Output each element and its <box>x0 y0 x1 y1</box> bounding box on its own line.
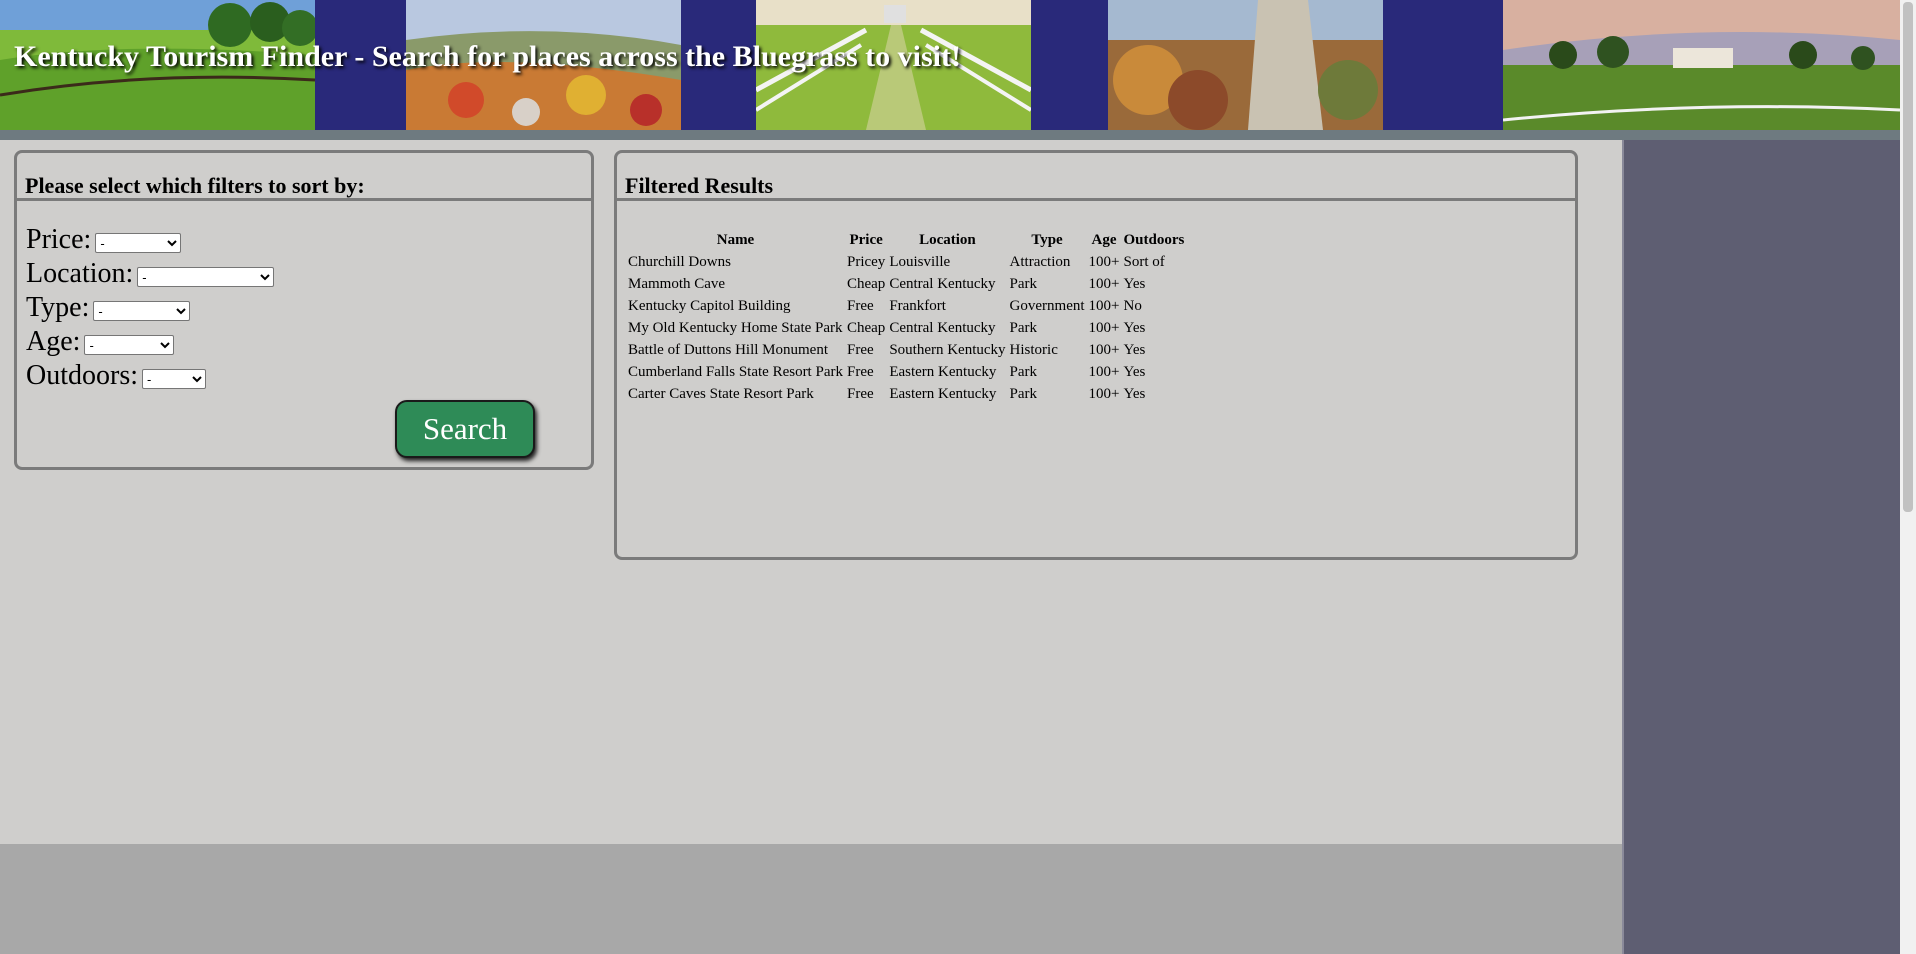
table-cell: Central Kentucky <box>889 319 996 336</box>
age-select[interactable]: - <box>84 335 175 355</box>
price-label: Price: <box>26 224 92 255</box>
table-cell: Eastern Kentucky <box>889 385 997 402</box>
table-cell: My Old Kentucky Home State Park <box>628 319 843 336</box>
table-cell: Park <box>1009 363 1038 380</box>
table-cell: Free <box>846 341 874 358</box>
table-cell: Mammoth Cave <box>628 275 726 292</box>
table-cell: Government <box>1009 297 1085 314</box>
table-row: Cumberland Falls State Resort Park Free … <box>626 361 1186 383</box>
location-label: Location: <box>26 258 134 289</box>
page-title: Kentucky Tourism Finder - Search for pla… <box>14 40 961 73</box>
scrollbar-thumb[interactable] <box>1903 2 1913 512</box>
table-cell: Carter Caves State Resort Park <box>628 385 814 402</box>
table-cell: No <box>1123 297 1142 314</box>
results-table: Name Price Location Type Age Outdoors Ch… <box>626 229 1186 405</box>
table-cell: Southern Kentucky <box>889 341 1006 358</box>
table-cell: 100+ <box>1088 385 1120 402</box>
table-cell: Cheap <box>846 275 886 292</box>
table-cell: Yes <box>1123 275 1146 292</box>
horse-farm-photo <box>1503 0 1900 130</box>
table-row: Battle of Duttons Hill Monument Free Sou… <box>626 339 1186 361</box>
table-cell: Pricey <box>846 253 886 270</box>
table-cell: 100+ <box>1088 297 1120 314</box>
column-header: Price <box>849 231 883 248</box>
table-row: Churchill Downs Pricey Louisville Attrac… <box>626 251 1186 273</box>
filters-panel: Please select which filters to sort by: … <box>14 150 594 470</box>
age-label: Age: <box>26 326 81 357</box>
column-header: Location <box>919 231 976 248</box>
table-row: Mammoth Cave Cheap Central Kentucky Park… <box>626 273 1186 295</box>
results-heading: Filtered Results <box>617 153 1575 201</box>
table-header-row: Name Price Location Type Age Outdoors <box>626 229 1186 251</box>
table-cell: Central Kentucky <box>889 275 996 292</box>
table-cell: Yes <box>1123 385 1146 402</box>
price-select[interactable]: - <box>95 233 182 253</box>
table-cell: 100+ <box>1088 341 1120 358</box>
rock-cliff-photo <box>1108 0 1383 130</box>
type-filter: Type: - <box>17 291 591 325</box>
type-select[interactable]: - <box>93 301 191 321</box>
table-cell: 100+ <box>1088 319 1120 336</box>
table-row: Kentucky Capitol Building Free Frankfort… <box>626 295 1186 317</box>
table-cell: 100+ <box>1088 363 1120 380</box>
age-filter: Age: - <box>17 325 591 359</box>
footer <box>0 844 1622 954</box>
column-header: Type <box>1031 231 1063 248</box>
table-cell: Eastern Kentucky <box>889 363 997 380</box>
table-cell: Frankfort <box>889 297 946 314</box>
table-cell: Kentucky Capitol Building <box>628 297 791 314</box>
price-filter: Price: - <box>17 223 591 257</box>
table-cell: 100+ <box>1088 253 1120 270</box>
column-header: Age <box>1091 231 1117 248</box>
table-cell: Free <box>846 385 874 402</box>
table-cell: Attraction <box>1009 253 1071 270</box>
type-label: Type: <box>26 292 90 323</box>
table-cell: Park <box>1009 319 1038 336</box>
outdoors-select[interactable]: - <box>142 369 206 389</box>
column-header: Name <box>716 231 755 248</box>
table-cell: Free <box>846 297 874 314</box>
column-header: Outdoors <box>1123 231 1185 248</box>
table-cell: Park <box>1009 275 1038 292</box>
table-cell: Yes <box>1123 319 1146 336</box>
table-cell: Sort of <box>1123 253 1165 270</box>
search-button[interactable]: Search <box>395 400 535 458</box>
table-cell: Historic <box>1009 341 1058 358</box>
table-row: My Old Kentucky Home State Park Cheap Ce… <box>626 317 1186 339</box>
banner-divider <box>0 130 1900 140</box>
table-cell: Yes <box>1123 341 1146 358</box>
table-row: Carter Caves State Resort Park Free East… <box>626 383 1186 405</box>
filters-heading: Please select which filters to sort by: <box>17 153 591 201</box>
table-cell: Louisville <box>889 253 951 270</box>
table-cell: Cheap <box>846 319 886 336</box>
outdoors-label: Outdoors: <box>26 360 138 391</box>
location-select[interactable]: - <box>137 267 275 287</box>
table-cell: Yes <box>1123 363 1146 380</box>
table-cell: Battle of Duttons Hill Monument <box>628 341 828 358</box>
results-panel: Filtered Results Name Price Location Typ… <box>614 150 1578 560</box>
header-banner: Kentucky Tourism Finder - Search for pla… <box>0 0 1900 130</box>
table-cell: Churchill Downs <box>628 253 731 270</box>
table-cell: Park <box>1009 385 1038 402</box>
outdoors-filter: Outdoors: - <box>17 359 591 393</box>
table-cell: Cumberland Falls State Resort Park <box>628 363 843 380</box>
location-filter: Location: - <box>17 257 591 291</box>
right-sidebar <box>1624 140 1900 954</box>
table-cell: Free <box>846 363 874 380</box>
table-cell: 100+ <box>1088 275 1120 292</box>
